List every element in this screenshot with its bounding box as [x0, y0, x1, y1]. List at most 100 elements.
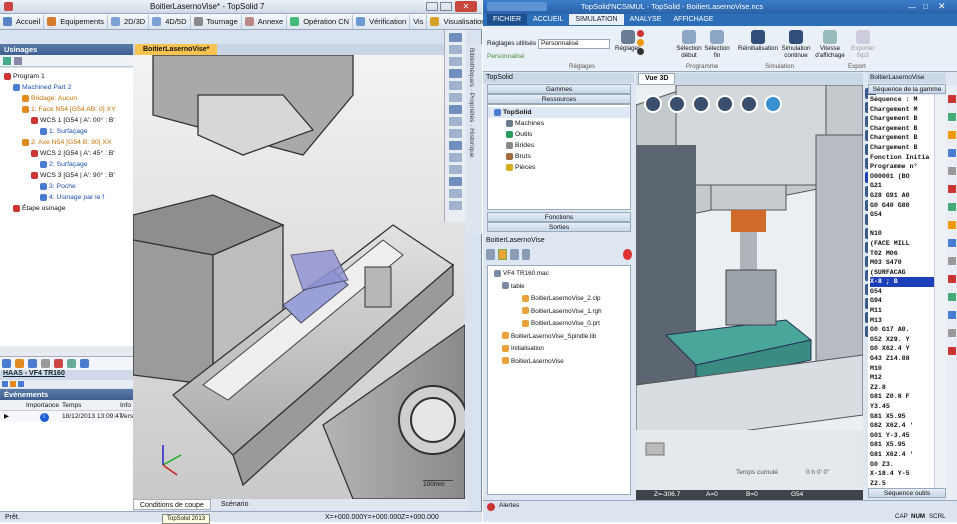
code-line[interactable]: G81 X5.95 — [870, 412, 934, 422]
view-tool-icon[interactable] — [449, 81, 462, 90]
stock-icon[interactable] — [54, 359, 63, 368]
ressources-header[interactable]: Ressources — [487, 94, 631, 104]
setup-item[interactable]: table — [488, 281, 630, 294]
exporter-button[interactable]: Exporter fxp3 — [845, 30, 881, 59]
code-line[interactable]: Chargement M — [870, 105, 934, 115]
view-tool-icon[interactable] — [449, 177, 462, 186]
tree-item[interactable]: 3: Poche — [0, 181, 133, 192]
strip-tool-icon[interactable] — [947, 203, 956, 211]
code-line[interactable]: G94 — [870, 296, 934, 306]
menu-annexe[interactable]: Annexe — [242, 14, 288, 29]
menu-4d5d[interactable]: 4D/5D — [149, 14, 191, 29]
code-line[interactable] — [870, 220, 934, 230]
code-line[interactable]: T02 M06 — [870, 249, 934, 259]
reinitialisation-button[interactable]: Réinitialisation — [737, 30, 779, 52]
selection-fin-button[interactable]: Sélection fin — [703, 30, 731, 59]
strip-tool-icon[interactable] — [947, 257, 956, 265]
tab-affichage[interactable]: AFFICHAGE — [667, 14, 719, 25]
strip-tool-icon[interactable] — [947, 131, 956, 139]
code-line[interactable]: O00001 (BO — [870, 172, 934, 182]
view-tool-icon[interactable] — [449, 45, 462, 54]
setup-item[interactable]: BoitierLasernoVise — [488, 356, 630, 369]
code-line[interactable]: G28 G91 A0 — [870, 191, 934, 201]
code-line[interactable]: M03 S470 — [870, 258, 934, 268]
code-line[interactable]: G01 Y-3.45 — [870, 431, 934, 441]
setup-item[interactable]: BoitierLasernoVise_2.clp — [488, 293, 630, 306]
col-info[interactable]: Info — [120, 400, 133, 410]
view-tool-icon[interactable] — [449, 189, 462, 198]
minimize-button[interactable]: — — [908, 3, 916, 12]
tab-accueil[interactable]: ACCUEIL — [527, 14, 569, 25]
machine-icon[interactable] — [509, 249, 519, 260]
axis-icon[interactable] — [2, 381, 8, 387]
code-line[interactable]: Z2.5 — [870, 479, 934, 488]
code-line[interactable]: Séquence : M — [870, 95, 934, 105]
close-button[interactable]: ✕ — [938, 1, 946, 12]
setup-item[interactable]: BoitierLasernoVise_0.prt — [488, 318, 630, 331]
tab-fichier[interactable]: FICHIER — [487, 14, 527, 25]
tab-conditions-de-coupe[interactable]: Conditions de coupe — [133, 499, 211, 510]
settings-icon[interactable] — [740, 95, 758, 113]
minimize-button[interactable] — [426, 2, 438, 11]
code-line[interactable]: Chargement B — [870, 143, 934, 153]
code-line[interactable]: G82 X62.4 ' — [870, 421, 934, 431]
setup-item[interactable]: BoitierLasernoVise_1.rgh — [488, 306, 630, 319]
strip-tool-icon[interactable] — [947, 311, 956, 319]
tree-item[interactable]: Machined Part 2 — [0, 82, 133, 93]
code-line[interactable]: G81 Z0.8 F — [870, 392, 934, 402]
machine-icon[interactable] — [2, 359, 11, 368]
maximize-button[interactable] — [440, 2, 452, 11]
code-line[interactable]: G81 X5.95 — [870, 440, 934, 450]
part-icon[interactable] — [41, 359, 50, 368]
code-line[interactable]: M13 — [870, 316, 934, 326]
menu-vis[interactable]: Vis — [410, 14, 428, 29]
sequence-header[interactable]: Séquence de la gamme — [868, 84, 946, 94]
code-line[interactable]: G81 X62.4 ' — [870, 450, 934, 460]
link-icon[interactable] — [521, 249, 531, 260]
sorties-header[interactable]: Sorties — [487, 222, 631, 232]
setup-item[interactable]: Initialisation — [488, 343, 630, 356]
orange-dot-icon[interactable] — [637, 39, 644, 46]
black-dot-icon[interactable] — [637, 48, 644, 55]
col-importance[interactable]: Importance — [26, 400, 62, 410]
strip-tool-icon[interactable] — [947, 185, 956, 193]
tree-item[interactable]: 4: Usinage par le f — [0, 192, 133, 203]
head-icon[interactable] — [18, 381, 24, 387]
spindle-icon[interactable] — [10, 381, 16, 387]
code-line[interactable]: M10 — [870, 364, 934, 374]
menu-visualisation[interactable]: Visualisation — [427, 14, 490, 29]
strip-tool-icon[interactable] — [947, 329, 956, 337]
zoom-icon[interactable] — [716, 95, 734, 113]
code-line[interactable]: X-8 ; B — [870, 277, 934, 287]
color-icon[interactable] — [668, 95, 686, 113]
strip-tool-icon[interactable] — [947, 239, 956, 247]
code-line[interactable]: Programme n° — [870, 162, 934, 172]
menu-equipements[interactable]: Equipements — [44, 14, 108, 29]
sim-icon[interactable] — [80, 359, 89, 368]
code-scrollbar[interactable] — [934, 95, 946, 488]
strip-tool-icon[interactable] — [947, 113, 956, 121]
tree-item[interactable]: 2: Axe N54 [G54 B: 90] XX — [0, 137, 133, 148]
menu-tournage[interactable]: Tournage — [191, 14, 242, 29]
document-tab[interactable]: BoitierLasernoVise* — [135, 44, 218, 55]
tree-item[interactable]: Program 1 — [0, 71, 133, 82]
simulation-continue-button[interactable]: Simulation continue — [777, 30, 815, 59]
tree-item[interactable]: Étape usinage — [0, 203, 133, 214]
fonctions-header[interactable]: Fonctions — [487, 212, 631, 222]
tree-item[interactable]: 2: Surfaçage — [0, 159, 133, 170]
fixture-icon[interactable] — [28, 359, 37, 368]
code-line[interactable]: G0 G17 A0. — [870, 325, 934, 335]
tab-scenario[interactable]: Scénario — [215, 499, 255, 510]
resource-item[interactable]: Bruts — [488, 151, 630, 162]
resource-item[interactable]: Machines — [488, 118, 630, 129]
code-line[interactable]: Chargement B — [870, 114, 934, 124]
view-mode-icon[interactable] — [644, 95, 662, 113]
resource-item[interactable]: Outils — [488, 129, 630, 140]
layers-icon[interactable] — [692, 95, 710, 113]
strip-tool-icon[interactable] — [947, 167, 956, 175]
tree-item[interactable]: WCS 3 [G54 | A': 90° : B' — [0, 170, 133, 181]
tree-item[interactable]: WCS 1 [G54 | A': 00° : B' — [0, 115, 133, 126]
code-line[interactable]: G54 — [870, 210, 934, 220]
view-tool-icon[interactable] — [449, 201, 462, 210]
strip-tool-icon[interactable] — [947, 95, 956, 103]
